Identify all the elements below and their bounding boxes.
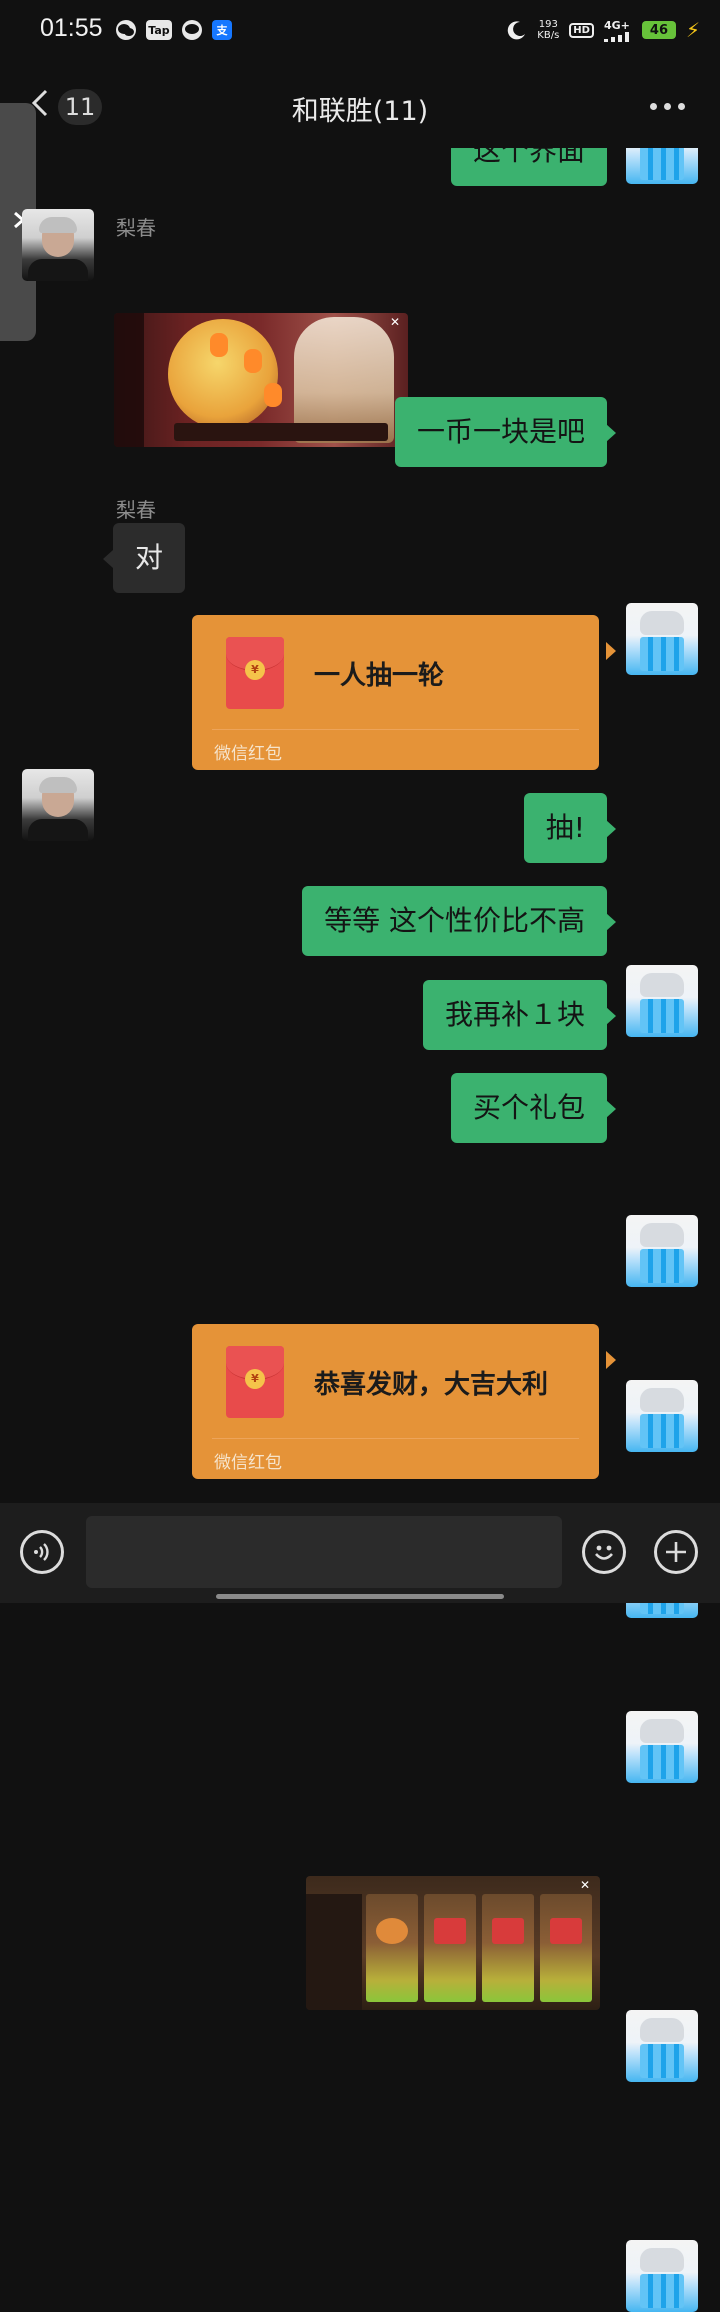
avatar[interactable] (22, 769, 94, 841)
avatar[interactable] (22, 209, 94, 281)
net-speed: 193 KB/s (537, 19, 559, 41)
avatar[interactable] (626, 603, 698, 675)
voice-input-icon[interactable] (20, 1530, 64, 1574)
add-attachment-icon[interactable] (654, 1530, 698, 1574)
sender-name: 梨春 (116, 216, 156, 240)
message-row: 这个界面 (0, 148, 720, 188)
avatar[interactable] (626, 965, 698, 1037)
red-packet-message: 恭喜发财，大吉大利 (314, 1370, 549, 1400)
more-options-icon[interactable] (650, 103, 685, 110)
charging-icon: ⚡ (685, 18, 700, 42)
status-notification-icons: Tap 支 (116, 20, 232, 40)
signal-indicator: 4G+ (603, 18, 632, 42)
message-input[interactable] (86, 1516, 562, 1588)
red-packet-message: 一人抽一轮 (314, 661, 445, 691)
avatar[interactable] (626, 1380, 698, 1452)
message-bubble[interactable]: 买个礼包 (450, 1073, 607, 1143)
chat-title: 和联胜(11) (291, 96, 429, 127)
signal-bars-icon (603, 31, 629, 42)
red-packet-icon: ¥ (226, 1346, 284, 1418)
avatar[interactable] (626, 148, 698, 184)
emoji-icon[interactable] (582, 1530, 626, 1574)
avatar[interactable] (626, 1215, 698, 1287)
game-event-screenshot-image[interactable]: ✕ (114, 313, 408, 447)
message-bubble[interactable]: 对 (113, 523, 186, 593)
red-packet-card[interactable]: ¥ 恭喜发财，大吉大利 微信红包 (192, 1324, 599, 1479)
close-icon: ✕ (389, 315, 400, 329)
message-bubble[interactable]: 我再补１块 (422, 980, 607, 1050)
bubble-tail (103, 550, 113, 568)
close-icon: ✕ (579, 1878, 590, 1892)
tap-icon: Tap (146, 20, 172, 40)
bubble-tail (606, 820, 616, 838)
net-speed-unit: KB/s (537, 30, 560, 41)
hd-badge: HD (569, 22, 594, 38)
status-system-icons: 193 KB/s HD 4G+ 46 ⚡ (507, 18, 700, 42)
message-bubble[interactable]: 抽! (523, 793, 607, 863)
red-packet-label: 微信红包 (214, 744, 282, 764)
avatar[interactable] (626, 2240, 698, 2312)
message-bubble[interactable]: 这个界面 (450, 148, 607, 186)
status-time: 01:55 (40, 14, 103, 42)
net-speed-value: 193 (538, 19, 558, 30)
avatar[interactable] (626, 1711, 698, 1783)
coin-symbol: ¥ (245, 660, 265, 680)
sender-name: 梨春 (116, 498, 156, 522)
avatar[interactable] (626, 2010, 698, 2082)
bubble-tail (606, 642, 616, 660)
bubble-tail (606, 913, 616, 931)
game-shop-screenshot-image[interactable]: ✕ (306, 1876, 600, 2010)
home-indicator[interactable] (216, 1594, 504, 1599)
bubble-tail (606, 1100, 616, 1118)
moon-icon (508, 21, 526, 40)
wechat-icon (116, 20, 136, 40)
message-bubble[interactable]: 一币一块是吧 (394, 397, 607, 467)
alipay-icon: 支 (212, 20, 232, 40)
battery-indicator: 46 (641, 21, 676, 39)
message-bubble[interactable]: 等等 这个性价比不高 (302, 886, 607, 956)
red-packet-label: 微信红包 (214, 1453, 282, 1473)
bubble-tail (606, 424, 616, 442)
signal-label: 4G+ (603, 18, 630, 32)
red-packet-card[interactable]: ¥ 一人抽一轮 微信红包 (192, 615, 599, 770)
bubble-tail (606, 1351, 616, 1369)
red-packet-icon: ¥ (226, 637, 284, 709)
message-icon (182, 20, 202, 40)
coin-symbol: ¥ (245, 1369, 265, 1389)
bubble-tail (606, 1007, 616, 1025)
